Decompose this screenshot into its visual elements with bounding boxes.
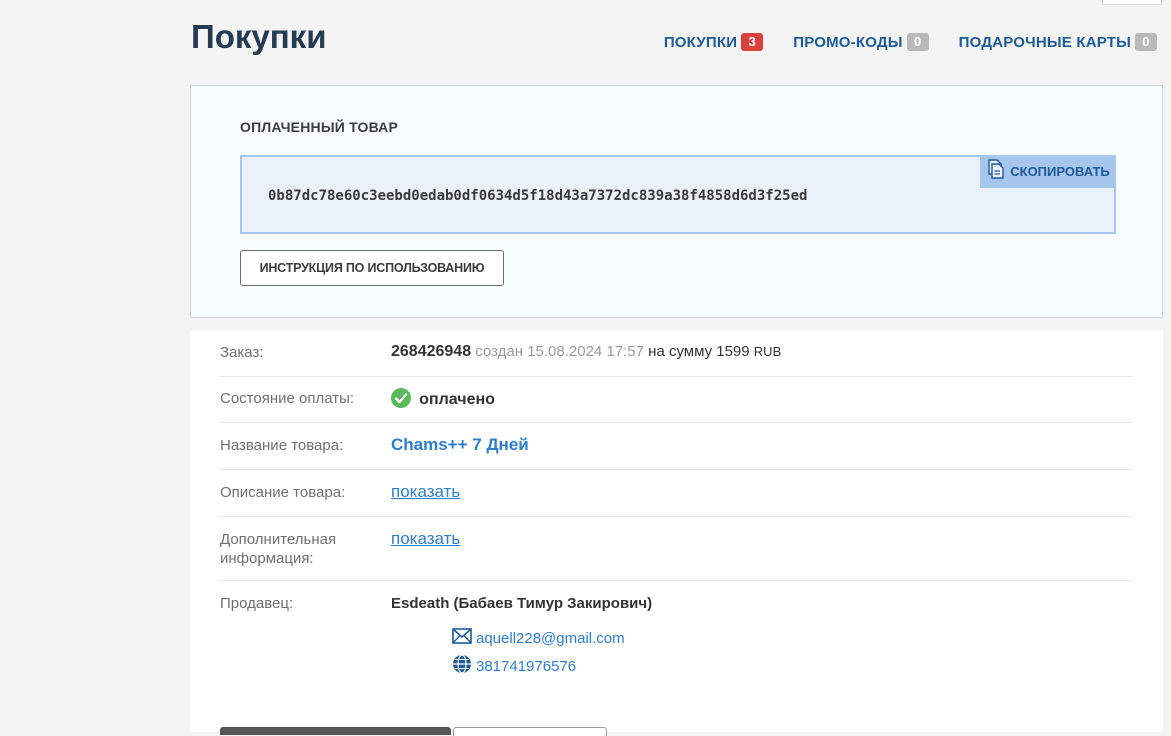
tab-gift-cards-label: ПОДАРОЧНЫЕ КАРТЫ: [958, 33, 1131, 51]
seller-email-link[interactable]: aquell228@gmail.com: [452, 628, 625, 648]
copy-button[interactable]: СКОПИРОВАТЬ: [980, 155, 1116, 188]
product-name-label: Название товара:: [220, 437, 344, 454]
seller-email: aquell228@gmail.com: [476, 629, 625, 647]
tab-gift-cards-count-badge: 0: [1135, 33, 1157, 51]
seller-name: Esdeath (Бабаев Тимур Закирович): [391, 595, 653, 612]
seller-label: Продавец:: [220, 595, 294, 612]
payment-status-label: Состояние оплаты:: [220, 390, 355, 407]
product-code-box[interactable]: 0b87dc78e60c3eebd0edab0df0634d5f18d43a73…: [240, 155, 1116, 234]
description-label: Описание товара:: [220, 484, 346, 501]
description-row: Описание товара: показать: [220, 470, 1133, 517]
purchase-tabs: ПОКУПКИ 3 ПРОМО-КОДЫ 0 ПОДАРОЧНЫЕ КАРТЫ …: [664, 33, 1157, 51]
product-name-row: Название товара: Chams++ 7 Дней: [220, 423, 1133, 470]
webmoney-globe-icon: [452, 654, 472, 678]
check-circle-icon: [391, 388, 411, 412]
tab-purchases-count-badge: 3: [741, 33, 764, 51]
tab-promo-codes[interactable]: ПРОМО-КОДЫ 0: [793, 33, 929, 51]
order-created: создан 15.08.2024 17:57: [475, 343, 644, 360]
tab-purchases[interactable]: ПОКУПКИ 3: [663, 33, 764, 51]
primary-action-button[interactable]: [220, 727, 451, 735]
paid-product-heading: ОПЛАЧЕННЫЙ ТОВАР: [240, 119, 399, 135]
additional-info-row: Дополнительная информация: показать: [220, 517, 1133, 581]
tab-promo-codes-label: ПРОМО-КОДЫ: [793, 33, 903, 51]
envelope-icon: [452, 628, 472, 648]
instructions-button[interactable]: ИНСТРУКЦИЯ ПО ИСПОЛЬЗОВАНИЮ: [240, 250, 504, 286]
copy-button-label: СКОПИРОВАТЬ: [1010, 164, 1110, 179]
tab-gift-cards[interactable]: ПОДАРОЧНЫЕ КАРТЫ 0: [959, 33, 1157, 51]
paid-product-panel: ОПЛАЧЕННЫЙ ТОВАР 0b87dc78e60c3eebd0edab0…: [190, 85, 1163, 318]
seller-webmoney-link[interactable]: 381741976576: [452, 654, 576, 678]
seller-wmid: 381741976576: [476, 657, 577, 675]
tab-promo-codes-count-badge: 0: [906, 33, 929, 51]
payment-status-value: оплачено: [391, 388, 495, 412]
seller-row: Продавец: Esdeath (Бабаев Тимур Закирови…: [220, 581, 1133, 701]
order-row: Заказ: 268426948 создан 15.08.2024 17:57…: [220, 331, 1133, 377]
order-sum: на сумму 1599: [648, 343, 750, 360]
order-label: Заказ:: [220, 344, 264, 361]
payment-status-row: Состояние оплаты: оплачено: [220, 377, 1133, 423]
order-number: 268426948: [391, 343, 472, 360]
product-name-link[interactable]: Chams++ 7 Дней: [391, 435, 529, 455]
show-additional-info-link[interactable]: показать: [391, 529, 460, 549]
product-code[interactable]: 0b87dc78e60c3eebd0edab0df0634d5f18d43a73…: [268, 188, 807, 204]
payment-status: оплачено: [419, 391, 495, 408]
copy-icon: [986, 159, 1004, 184]
order-currency: RUB: [753, 344, 782, 359]
show-description-link[interactable]: показать: [391, 482, 460, 502]
additional-info-label: Дополнительная информация:: [220, 531, 337, 567]
page-title: Покупки: [191, 18, 327, 55]
tab-purchases-label: ПОКУПКИ: [663, 33, 738, 51]
top-edge-element: [1102, 0, 1162, 5]
order-details: Заказ: 268426948 создан 15.08.2024 17:57…: [190, 331, 1163, 736]
order-value: 268426948 создан 15.08.2024 17:57 на сум…: [391, 343, 781, 361]
